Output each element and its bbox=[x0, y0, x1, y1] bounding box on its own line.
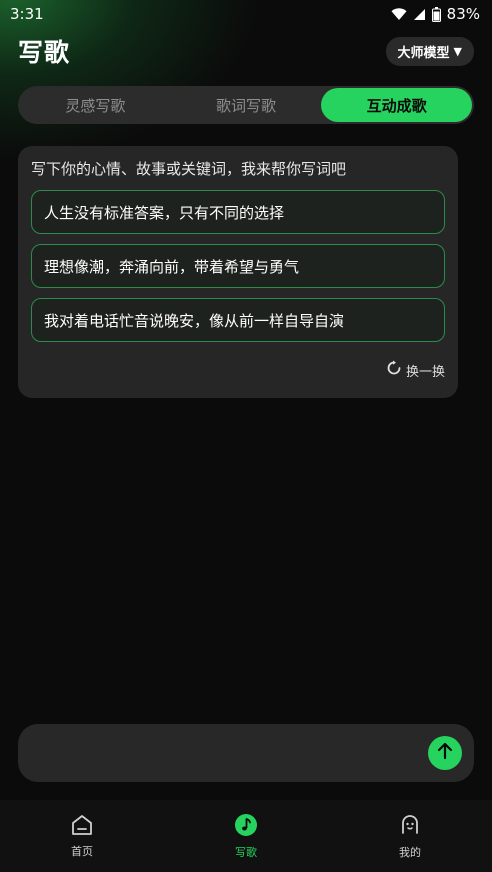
suggestion-chip[interactable]: 理想像潮，奔涌向前，带着希望与勇气 bbox=[31, 244, 445, 288]
suggestion-card: 写下你的心情、故事或关键词，我来帮你写词吧 人生没有标准答案，只有不同的选择 理… bbox=[18, 146, 458, 398]
nav-label: 首页 bbox=[71, 844, 93, 858]
page-title: 写歌 bbox=[18, 38, 71, 67]
status-icons: 83% bbox=[391, 5, 480, 23]
mode-tabs: 灵感写歌 歌词写歌 互动成歌 bbox=[18, 86, 474, 124]
header: 写歌 大师模型 ▼ bbox=[0, 30, 492, 72]
status-time: 3:31 bbox=[10, 5, 44, 23]
model-selector[interactable]: 大师模型 ▼ bbox=[385, 36, 474, 66]
battery-icon bbox=[431, 6, 441, 22]
send-button[interactable] bbox=[428, 736, 462, 770]
message-input[interactable] bbox=[36, 744, 428, 762]
caret-down-icon: ▼ bbox=[453, 44, 462, 58]
refresh-button[interactable]: 换一换 bbox=[386, 360, 445, 380]
wifi-icon bbox=[391, 7, 407, 21]
home-icon bbox=[70, 814, 94, 839]
refresh-icon bbox=[386, 360, 402, 380]
profile-icon bbox=[398, 813, 422, 840]
model-label: 大师模型 bbox=[397, 45, 450, 61]
tab-lyrics[interactable]: 歌词写歌 bbox=[171, 88, 322, 122]
nav-label: 写歌 bbox=[235, 845, 257, 859]
music-note-icon bbox=[234, 813, 258, 840]
nav-item-profile[interactable]: 我的 bbox=[350, 813, 470, 860]
app-screen: 3:31 83% 写歌 大师模型 ▼ 灵感写歌 歌词写歌 互动成歌 写下你的心情… bbox=[0, 0, 492, 872]
bottom-nav: 首页 写歌 我的 bbox=[0, 800, 492, 872]
refresh-label: 换一换 bbox=[405, 364, 445, 380]
message-input-bar bbox=[18, 724, 474, 782]
tab-interactive[interactable]: 互动成歌 bbox=[321, 88, 473, 122]
arrow-up-icon bbox=[437, 742, 453, 764]
nav-label: 我的 bbox=[399, 845, 421, 859]
nav-item-home[interactable]: 首页 bbox=[22, 814, 142, 859]
status-bar: 3:31 83% bbox=[0, 0, 492, 28]
suggestion-chip[interactable]: 我对着电话忙音说晚安，像从前一样自导自演 bbox=[31, 298, 445, 342]
signal-icon bbox=[413, 8, 426, 21]
nav-item-write-song[interactable]: 写歌 bbox=[186, 813, 306, 860]
suggestion-chip[interactable]: 人生没有标准答案，只有不同的选择 bbox=[31, 190, 445, 234]
battery-percent: 83% bbox=[446, 5, 480, 23]
tab-inspiration[interactable]: 灵感写歌 bbox=[20, 88, 171, 122]
card-prompt: 写下你的心情、故事或关键词，我来帮你写词吧 bbox=[31, 160, 347, 178]
